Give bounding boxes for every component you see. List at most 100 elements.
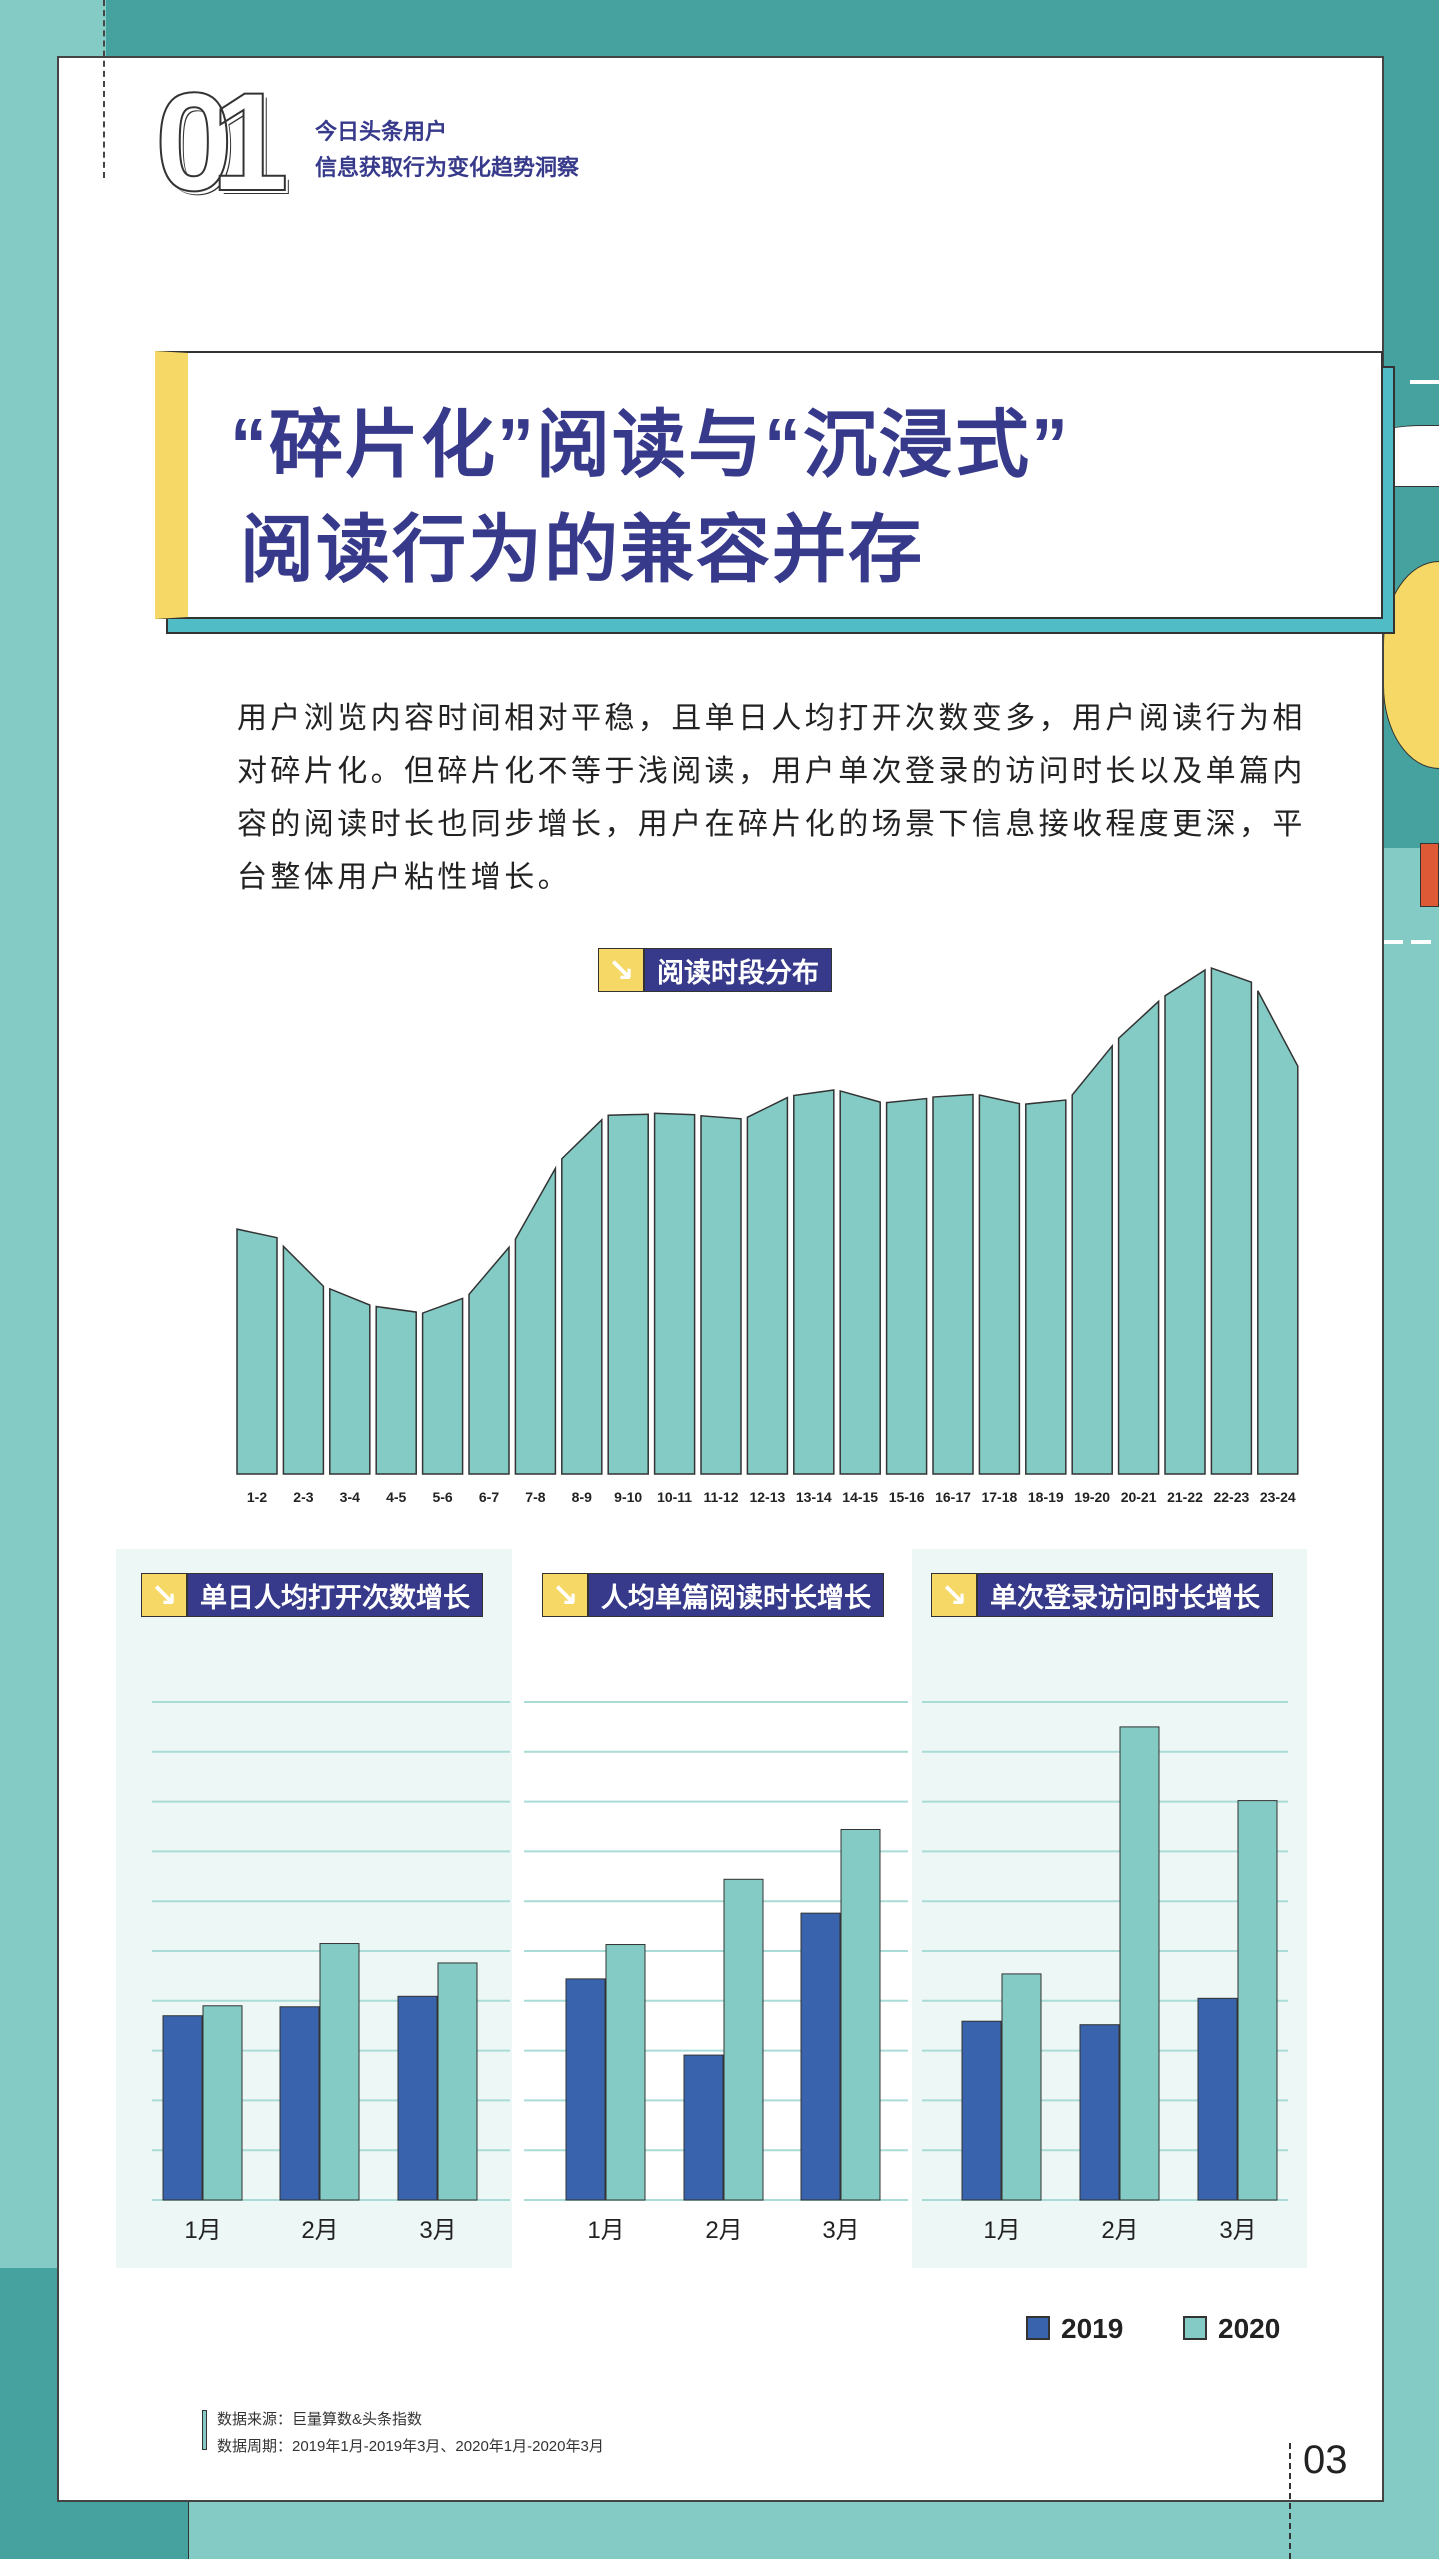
bar-2019-2月 bbox=[1079, 2024, 1120, 2201]
bar-2020-2月 bbox=[1119, 1726, 1160, 2201]
top-band bbox=[106, 0, 1439, 60]
bar-5-6 bbox=[421, 1297, 464, 1475]
data-period: 数据周期：2019年1月-2019年3月、2020年1月-2020年3月 bbox=[217, 2438, 604, 2455]
x-tick-label: 23-24 bbox=[1260, 1489, 1296, 1505]
page-title-line1: “碎片化”阅读与“沉浸式” bbox=[230, 403, 1070, 486]
bar-4-5 bbox=[375, 1305, 417, 1475]
x-tick-label: 2月 bbox=[301, 2217, 338, 2244]
monthly-growth-charts: 1月 2月 3月 1月 2月 3月 1月 2月 3月 bbox=[152, 1701, 1288, 2244]
bar-2019-3月 bbox=[800, 1912, 841, 2201]
bar-2019-2月 bbox=[683, 2054, 724, 2201]
x-tick-label: 3-4 bbox=[340, 1489, 360, 1505]
x-tick-label: 3月 bbox=[822, 2217, 859, 2244]
x-tick-label: 2-3 bbox=[293, 1489, 313, 1505]
x-tick-label: 4-5 bbox=[386, 1489, 406, 1505]
x-tick-label: 1月 bbox=[587, 2217, 624, 2244]
chart-title: 单日人均打开次数增长 bbox=[200, 1582, 470, 1613]
arrow-down-right-icon: ↘ bbox=[142, 1574, 188, 1616]
bar-2020-1月 bbox=[605, 1944, 646, 2201]
x-tick-label: 14-15 bbox=[842, 1489, 878, 1505]
x-tick-label: 16-17 bbox=[935, 1489, 971, 1505]
bar-21-22 bbox=[1164, 968, 1206, 1475]
bar-2020-1月 bbox=[1001, 1973, 1042, 2201]
x-tick-label: 19-20 bbox=[1074, 1489, 1110, 1505]
section-subtitle-2: 信息获取行为变化趋势洞察 bbox=[315, 155, 580, 180]
bar-23-24 bbox=[1257, 990, 1299, 1475]
bar-15-16 bbox=[885, 1097, 928, 1475]
legend-label-2019: 2019 bbox=[1061, 2313, 1124, 2344]
x-tick-label: 5-6 bbox=[432, 1489, 452, 1505]
bar-20-21 bbox=[1117, 999, 1160, 1475]
x-tick-label: 20-21 bbox=[1121, 1489, 1157, 1505]
bar-2020-3月 bbox=[1237, 1800, 1278, 2201]
bar-9-10 bbox=[607, 1113, 649, 1475]
bar-2-3 bbox=[282, 1244, 325, 1475]
bar-2019-3月 bbox=[1197, 1997, 1238, 2201]
chart-tag-article-time: ↘ 人均单篇阅读时长增长 bbox=[542, 1573, 884, 1617]
x-tick-label: 7-8 bbox=[525, 1489, 545, 1505]
bar-1-2 bbox=[236, 1228, 278, 1475]
reading-time-chart: 1-2 2-3 3-4 4-5 5-6 6-7 7-8 8-9 9-10 10-11 11-12 12… bbox=[236, 966, 1299, 1505]
chart-tag-session-time: ↘ 单次登录访问时长增长 bbox=[931, 1573, 1273, 1617]
right-decor-rect bbox=[1420, 843, 1439, 907]
x-tick-label: 17-18 bbox=[981, 1489, 1017, 1505]
x-tick-label: 8-9 bbox=[572, 1489, 592, 1505]
bar-7-8 bbox=[514, 1165, 557, 1475]
legend-swatch-2020 bbox=[1183, 2316, 1207, 2340]
bar-2019-1月 bbox=[162, 2015, 203, 2201]
bar-17-18 bbox=[978, 1094, 1021, 1475]
bar-2019-3月 bbox=[397, 1995, 438, 2201]
x-tick-label: 2月 bbox=[705, 2217, 742, 2244]
bar-14-15 bbox=[839, 1089, 881, 1475]
x-tick-label: 10-11 bbox=[657, 1489, 692, 1505]
bar-11-12 bbox=[700, 1114, 742, 1475]
x-tick-label: 3月 bbox=[1219, 2217, 1256, 2244]
arrow-down-right-icon: ↘ bbox=[932, 1574, 978, 1616]
bar-2019-2月 bbox=[279, 2006, 320, 2201]
bar-12-13 bbox=[746, 1096, 789, 1475]
bar-2019-1月 bbox=[961, 2020, 1002, 2201]
bar-2019-1月 bbox=[565, 1978, 606, 2201]
dashed-line bbox=[103, 0, 105, 178]
x-tick-label: 2月 bbox=[1101, 2217, 1138, 2244]
bar-3-4 bbox=[329, 1287, 371, 1475]
x-tick-label: 3月 bbox=[419, 2217, 456, 2244]
x-tick-label: 15-16 bbox=[889, 1489, 925, 1505]
bar-2020-2月 bbox=[723, 1878, 764, 2201]
bar-2020-3月 bbox=[840, 1828, 881, 2201]
bar-2020-2月 bbox=[319, 1943, 360, 2201]
x-tick-label: 22-23 bbox=[1213, 1489, 1249, 1505]
bar-2020-1月 bbox=[202, 2005, 243, 2201]
x-tick-label: 1月 bbox=[983, 2217, 1020, 2244]
footnote-bar bbox=[202, 2410, 207, 2450]
x-tick-label: 6-7 bbox=[479, 1489, 499, 1505]
bar-22-23 bbox=[1210, 966, 1253, 1475]
x-tick-label: 18-19 bbox=[1028, 1489, 1064, 1505]
x-tick-label: 21-22 bbox=[1167, 1489, 1203, 1505]
data-source: 数据来源：巨量算数&头条指数 bbox=[217, 2411, 423, 2428]
bar-16-17 bbox=[932, 1093, 974, 1475]
bar-2020-3月 bbox=[437, 1962, 478, 2201]
page-title-line2: 阅读行为的兼容并存 bbox=[240, 508, 924, 591]
bar-13-14 bbox=[793, 1089, 835, 1475]
decor-dash bbox=[1410, 380, 1439, 384]
bar-18-19 bbox=[1025, 1099, 1067, 1475]
bar-8-9 bbox=[561, 1118, 603, 1475]
x-tick-label: 9-10 bbox=[614, 1489, 642, 1505]
chart-title: 人均单篇阅读时长增长 bbox=[601, 1582, 871, 1613]
arrow-down-right-icon: ↘ bbox=[543, 1574, 589, 1616]
section-subtitle-1: 今日头条用户 bbox=[315, 119, 448, 144]
decor-dash bbox=[1383, 940, 1439, 944]
x-tick-label: 1月 bbox=[184, 2217, 221, 2244]
x-tick-label: 12-13 bbox=[749, 1489, 785, 1505]
page-dashed-line bbox=[1289, 2443, 1291, 2559]
x-tick-label: 1-2 bbox=[247, 1489, 267, 1505]
legend-label-2020: 2020 bbox=[1218, 2313, 1281, 2344]
legend-swatch-2019 bbox=[1026, 2316, 1050, 2340]
intro-paragraph: 用户浏览内容时间相对平稳，且单日人均打开次数变多，用户阅读行为相对碎片化。但碎片… bbox=[237, 702, 1306, 894]
chart-title: 单次登录访问时长增长 bbox=[990, 1582, 1260, 1613]
x-tick-label: 11-12 bbox=[703, 1489, 738, 1505]
x-tick-label: 13-14 bbox=[796, 1489, 832, 1505]
bar-19-20 bbox=[1071, 1043, 1113, 1475]
bar-6-7 bbox=[468, 1245, 510, 1475]
